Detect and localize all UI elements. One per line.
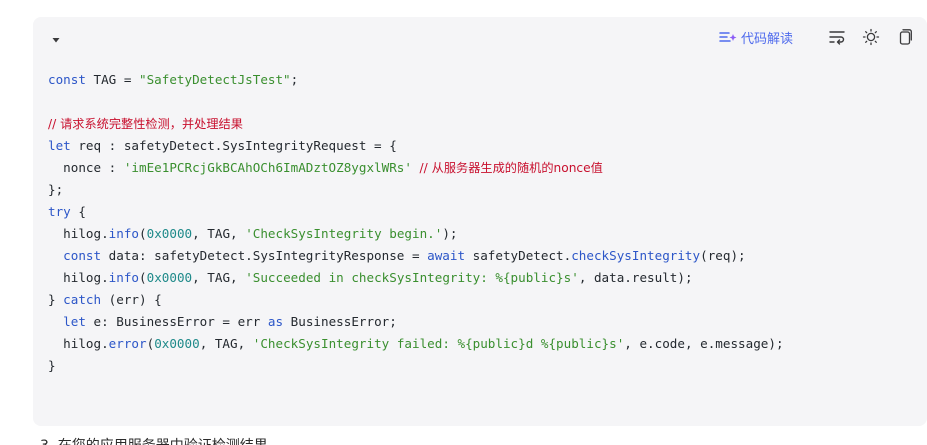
code-keyword: catch: [63, 292, 102, 307]
copy-icon: [897, 28, 913, 46]
code-line: hilog.error(0x0000, TAG, 'CheckSysIntegr…: [48, 333, 917, 355]
sun-icon: [862, 28, 880, 46]
code-text: data: safetyDetect.SysIntegrityResponse …: [101, 248, 428, 263]
code-line: nonce : 'imEe1PCRcjGkBCAhOCh6ImADztOZ8yg…: [48, 157, 917, 179]
code-text: TAG =: [85, 72, 139, 87]
code-text: nonce :: [48, 160, 124, 175]
code-number: 0x0000: [146, 226, 193, 241]
code-text: , TAG,: [199, 336, 253, 351]
code-string: 'imEe1PCRcjGkBCAhOCh6ImADztOZ8ygxlWRs': [123, 160, 412, 175]
code-text: };: [48, 182, 64, 197]
code-text: BusinessError;: [283, 314, 397, 329]
code-line: } catch (err) {: [48, 289, 917, 311]
page: 代码解读 const TAG = "SafetyDetectJsTest"; /…: [0, 0, 927, 445]
code-text: hilog.: [48, 226, 109, 241]
code-explain-button[interactable]: 代码解读: [719, 28, 793, 47]
next-step-heading: 3. 在您的应用服务器中验证检测结果: [40, 435, 268, 445]
code-string: "SafetyDetectJsTest": [139, 72, 291, 87]
code-number: 0x0000: [154, 336, 200, 351]
code-text: (: [139, 270, 147, 285]
code-text: {: [70, 204, 86, 219]
code-string: 'CheckSysIntegrity begin.': [245, 226, 443, 241]
code-keyword: const: [48, 72, 86, 87]
code-text: (: [139, 226, 147, 241]
code-line: let req : safetyDetect.SysIntegrityReque…: [48, 135, 917, 157]
code-line: const TAG = "SafetyDetectJsTest";: [48, 69, 917, 91]
code-keyword: const: [63, 248, 102, 263]
copy-button[interactable]: [895, 27, 915, 47]
code-line: hilog.info(0x0000, TAG, 'CheckSysIntegri…: [48, 223, 917, 245]
code-line: // 请求系统完整性检测，并处理结果: [48, 113, 917, 135]
code-block: 代码解读 const TAG = "SafetyDetectJsTest"; /…: [33, 17, 927, 426]
code-text: }: [48, 358, 56, 373]
word-wrap-button[interactable]: [827, 27, 847, 47]
code-text: (err) {: [101, 292, 162, 307]
code-toolbar: 代码解读: [33, 17, 927, 57]
collapse-triangle-icon[interactable]: [50, 31, 62, 43]
code-text: safetyDetect.: [465, 248, 572, 263]
code-comment: // 从服务器生成的随机的nonce值: [419, 161, 603, 175]
theme-toggle-button[interactable]: [861, 27, 881, 47]
code-keyword: try: [48, 204, 71, 219]
code-keyword: let: [48, 138, 71, 153]
code-text: , e.code, e.message);: [624, 336, 784, 351]
code-function: checkSysIntegrity: [571, 248, 701, 263]
code-explain-label: 代码解读: [740, 31, 793, 47]
code-string: 'Succeeded in checkSysIntegrity: %{publi…: [245, 270, 579, 285]
code-keyword: as: [267, 314, 284, 329]
code-line: }: [48, 355, 917, 377]
code-text: }: [48, 292, 64, 307]
code-line: hilog.info(0x0000, TAG, 'Succeeded in ch…: [48, 267, 917, 289]
code-number: 0x0000: [146, 270, 193, 285]
code-line: try {: [48, 201, 917, 223]
code-text: req : safetyDetect.SysIntegrityRequest =…: [70, 138, 397, 153]
code-text: hilog.: [48, 336, 109, 351]
code-text: , data.result);: [578, 270, 693, 285]
ai-sparkle-list-icon: [719, 30, 737, 44]
code-line: let e: BusinessError = err as BusinessEr…: [48, 311, 917, 333]
toolbar-actions: 代码解读: [719, 25, 915, 49]
code-function: info: [108, 270, 140, 285]
code-text: e: BusinessError = err: [85, 314, 268, 329]
code-function: error: [108, 336, 147, 351]
code-text: ;: [290, 72, 299, 87]
code-text: (req);: [700, 248, 746, 263]
code-text: );: [442, 226, 458, 241]
code-text: , TAG,: [192, 270, 246, 285]
code-text: hilog.: [48, 270, 109, 285]
word-wrap-icon: [828, 29, 846, 45]
code-string: 'CheckSysIntegrity failed: %{public}d %{…: [252, 336, 625, 351]
code-keyword: let: [63, 314, 86, 329]
code-text: , TAG,: [192, 226, 246, 241]
code-content: const TAG = "SafetyDetectJsTest"; // 请求系…: [48, 69, 917, 377]
code-keyword: await: [427, 248, 466, 263]
code-line: };: [48, 179, 917, 201]
code-comment: // 请求系统完整性检测，并处理结果: [48, 117, 243, 131]
code-line: const data: safetyDetect.SysIntegrityRes…: [48, 245, 917, 267]
code-function: info: [108, 226, 140, 241]
